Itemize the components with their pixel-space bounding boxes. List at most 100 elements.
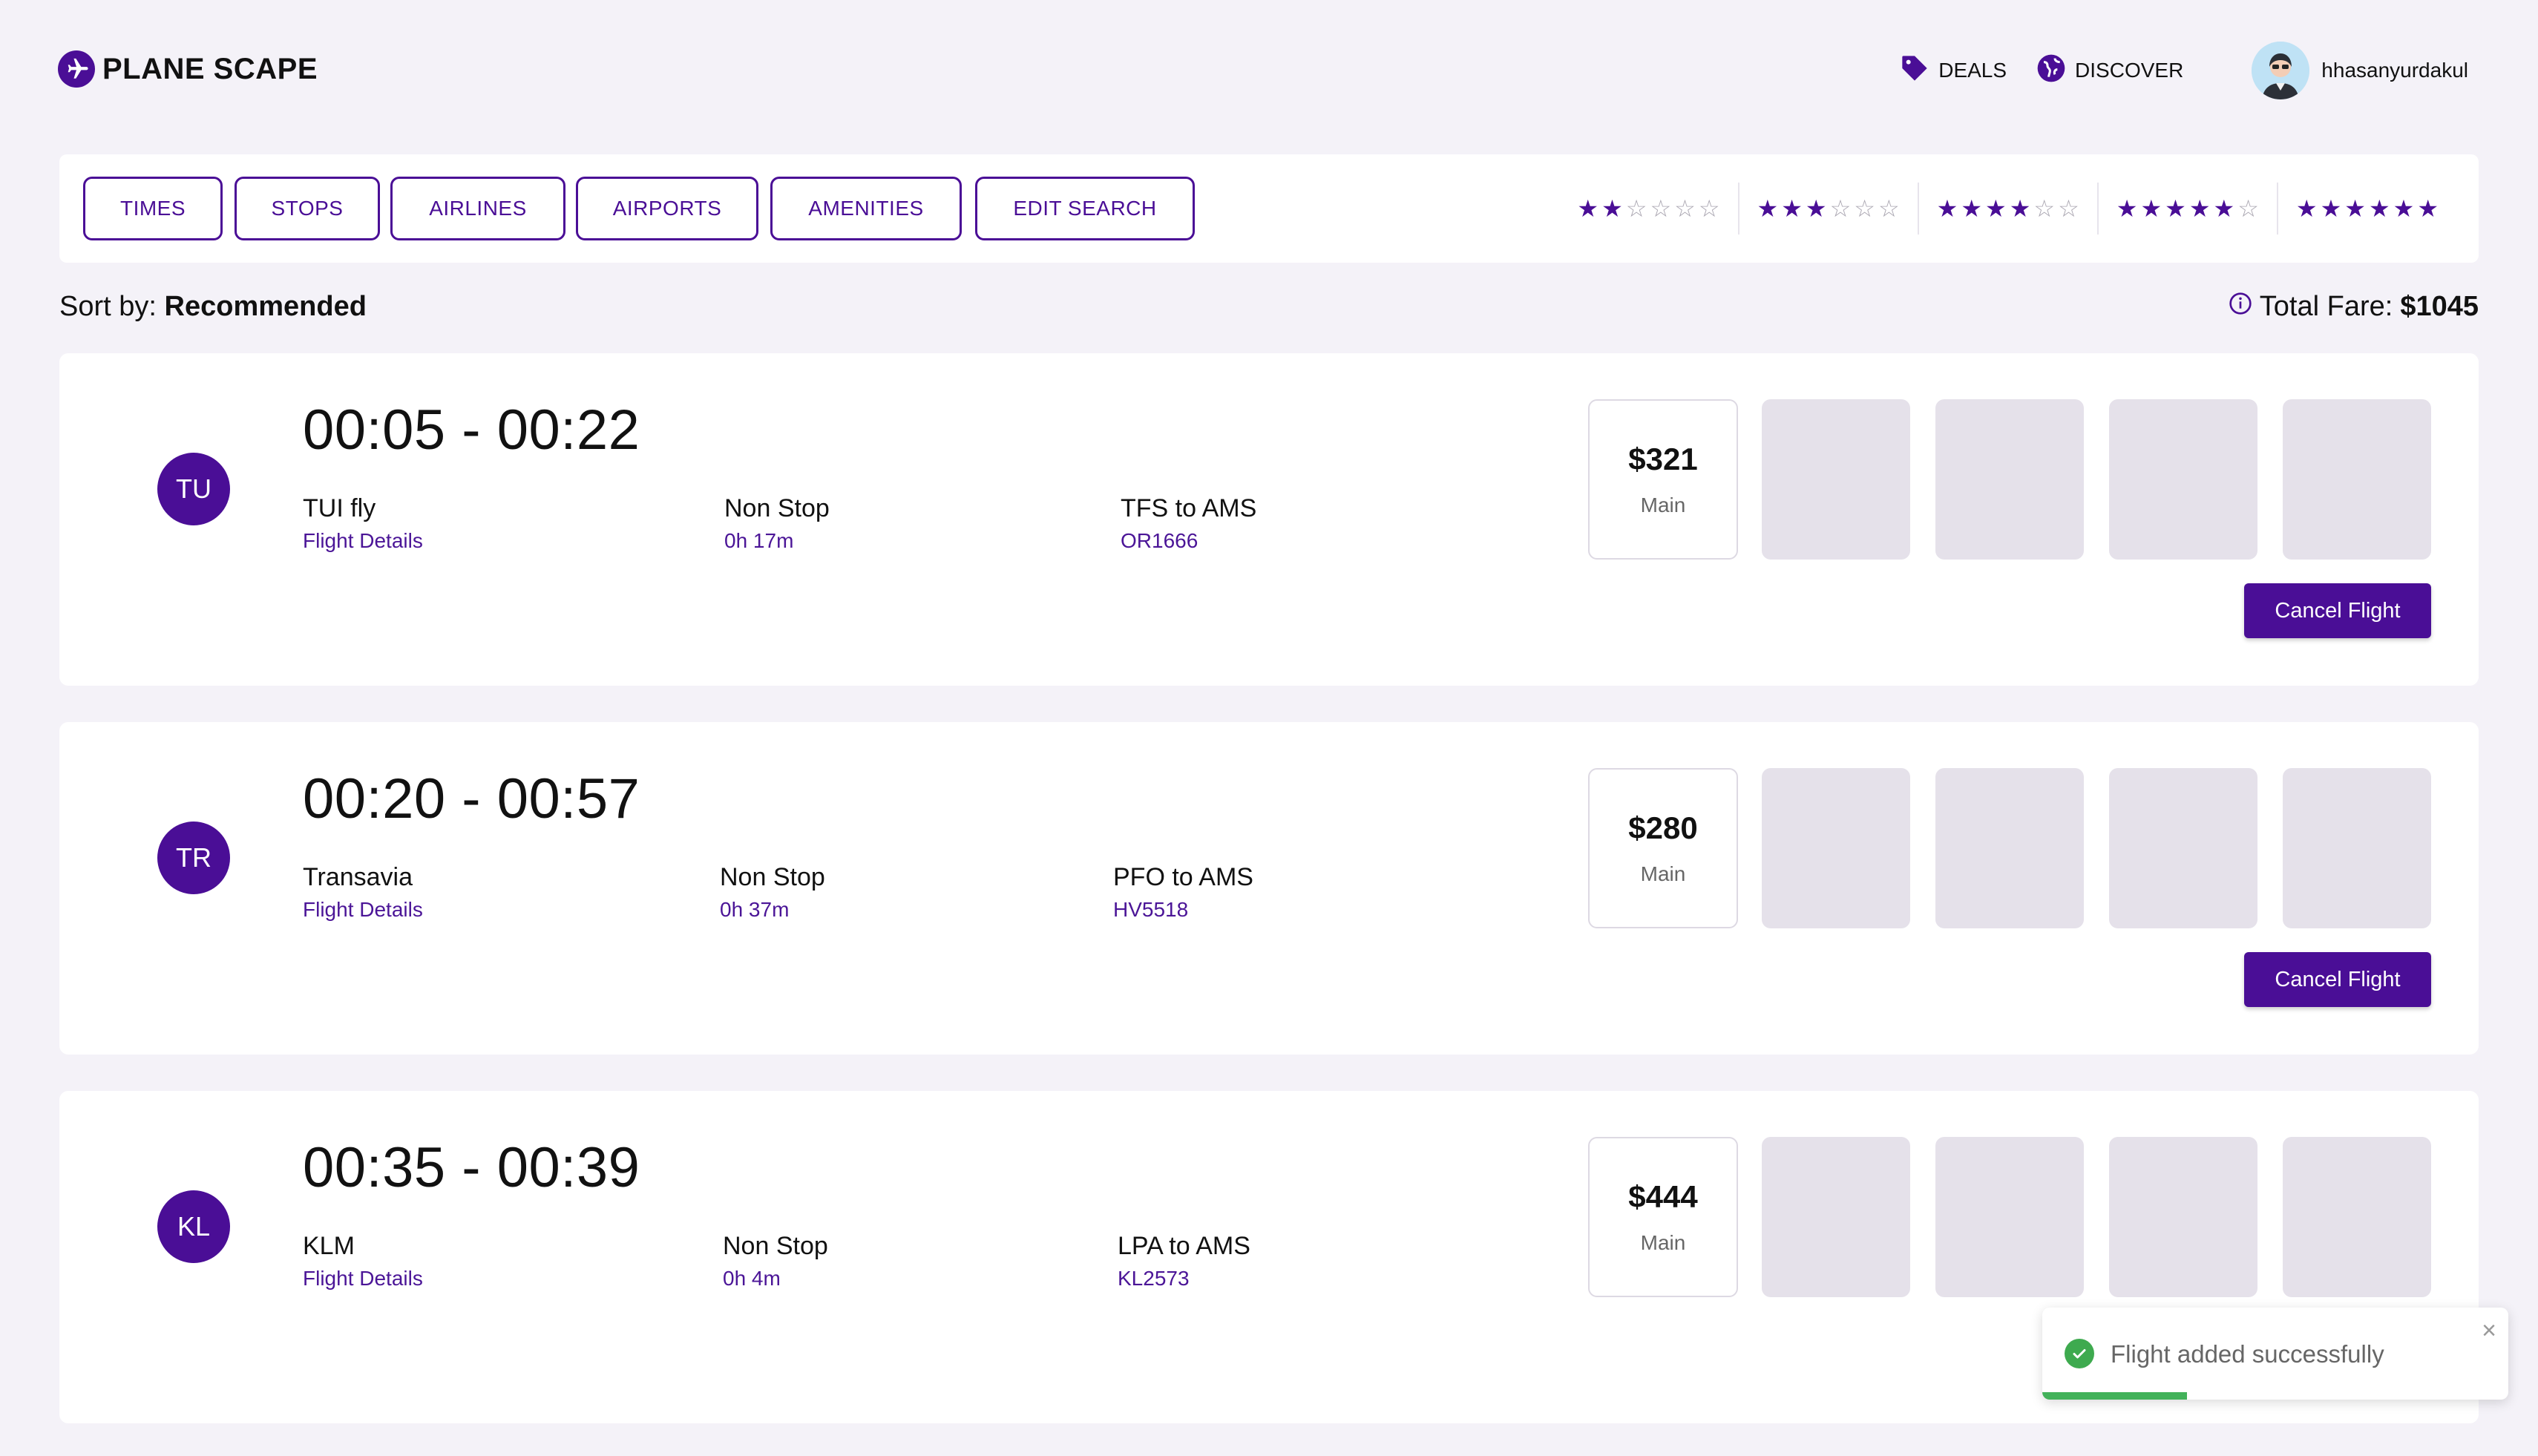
fare-option-placeholder (1935, 399, 2084, 560)
fare-option-placeholder (2109, 768, 2257, 928)
star-filter-6[interactable]: ★ ★ ★ ★ ★ ★ (2276, 183, 2456, 235)
star-filled-icon: ★ (2368, 195, 2390, 222)
star-filled-icon: ★ (1805, 195, 1827, 222)
star-empty-icon: ☆ (1674, 195, 1696, 222)
tag-icon (1900, 53, 1929, 88)
airline-avatar: TR (157, 822, 230, 894)
logo[interactable]: PLANE SCAPE (58, 50, 318, 88)
airline-name: KLM (303, 1232, 355, 1260)
total-fare-label: Total Fare: (2259, 291, 2393, 322)
check-circle-icon (2065, 1339, 2094, 1368)
star-empty-icon: ☆ (1829, 195, 1852, 222)
fare-option-placeholder (2283, 399, 2431, 560)
sort-value: Recommended (164, 291, 367, 322)
fare-option-placeholder (1762, 399, 1910, 560)
flight-duration: 0h 4m (723, 1267, 781, 1290)
flight-card: TU 00:05 - 00:22 TUI fly Flight Details … (59, 353, 2479, 686)
star-filter-2[interactable]: ★ ★ ☆ ☆ ☆ ☆ (1559, 183, 1737, 235)
fare-option-main[interactable]: $321 Main (1588, 399, 1738, 560)
top-nav: DEALS DISCOVER hhasanyurdakul (1900, 37, 2479, 104)
route-column: TFS to AMS OR1666 (1121, 494, 1256, 553)
top-header: PLANE SCAPE DEALS DISCOVER hhasanyurdaku… (58, 37, 2479, 104)
info-icon[interactable] (2229, 291, 2252, 323)
success-toast: Flight added successfully × (2042, 1308, 2508, 1400)
star-filled-icon: ★ (2009, 195, 2031, 222)
flight-number: OR1666 (1121, 529, 1198, 552)
filter-stops-button[interactable]: STOPS (235, 177, 380, 240)
star-empty-icon: ☆ (1650, 195, 1672, 222)
filter-airlines-button[interactable]: AIRLINES (390, 177, 565, 240)
fare-option-main[interactable]: $280 Main (1588, 768, 1738, 928)
star-filled-icon: ★ (2188, 195, 2211, 222)
username[interactable]: hhasanyurdakul (2321, 59, 2468, 82)
cancel-flight-button[interactable]: Cancel Flight (2244, 583, 2431, 638)
nav-deals-label: DEALS (1938, 59, 2007, 82)
filter-amenities-button[interactable]: AMENITIES (770, 177, 962, 240)
star-empty-icon: ☆ (1625, 195, 1647, 222)
star-filled-icon: ★ (2213, 195, 2235, 222)
airline-column: TUI fly Flight Details (303, 494, 423, 553)
stops-label: Non Stop (723, 1232, 828, 1260)
stops-column: Non Stop 0h 17m (724, 494, 830, 553)
fare-price: $321 (1628, 442, 1698, 476)
star-rating-filters: ★ ★ ☆ ☆ ☆ ☆ ★ ★ ★ ☆ ☆ ☆ ★ ★ ★ ★ ☆ ☆ ★ ★ ★ ★ ★ ☆ ★ ★ ★ ★ ★ ★ (1559, 183, 2456, 235)
fare-option-placeholder (2109, 399, 2257, 560)
nav-discover[interactable]: DISCOVER (2036, 53, 2183, 88)
flight-number: HV5518 (1113, 898, 1189, 921)
star-filled-icon: ★ (1936, 195, 1958, 222)
star-filled-icon: ★ (1601, 195, 1623, 222)
close-icon[interactable]: × (2482, 1318, 2496, 1343)
star-filter-4[interactable]: ★ ★ ★ ★ ☆ ☆ (1917, 183, 2097, 235)
fare-price: $280 (1628, 810, 1698, 845)
fare-option-placeholder (1935, 768, 2084, 928)
filter-airports-button[interactable]: AIRPORTS (576, 177, 758, 240)
filter-times-button[interactable]: TIMES (83, 177, 223, 240)
user-avatar[interactable] (2252, 42, 2310, 99)
star-empty-icon: ☆ (2058, 195, 2079, 222)
fare-class: Main (1640, 862, 1686, 885)
airline-name: Transavia (303, 863, 413, 891)
star-filled-icon: ★ (2295, 195, 2318, 222)
star-filter-5[interactable]: ★ ★ ★ ★ ★ ☆ (2096, 183, 2277, 235)
stops-column: Non Stop 0h 4m (723, 1232, 828, 1291)
route-label: TFS to AMS (1121, 494, 1257, 522)
total-fare-value: $1045 (2400, 291, 2479, 322)
toast-progress-bar (2042, 1392, 2187, 1400)
star-empty-icon: ☆ (2237, 195, 2259, 222)
stops-label: Non Stop (724, 494, 830, 522)
star-filled-icon: ★ (2140, 195, 2162, 222)
filter-bar: TIMES STOPS AIRLINES AIRPORTS AMENITIES … (59, 154, 2479, 263)
fare-option-placeholder (1762, 1137, 1910, 1297)
cancel-flight-button[interactable]: Cancel Flight (2244, 952, 2431, 1007)
sort-by[interactable]: Sort by: Recommended (59, 291, 367, 323)
star-empty-icon: ☆ (2033, 195, 2056, 222)
fare-option-main[interactable]: $444 Main (1588, 1137, 1738, 1297)
star-filter-3[interactable]: ★ ★ ★ ☆ ☆ ☆ (1737, 183, 1918, 235)
route-column: LPA to AMS KL2573 (1118, 1232, 1250, 1291)
edit-search-button[interactable]: EDIT SEARCH (975, 177, 1195, 240)
star-filled-icon: ★ (1961, 195, 1982, 222)
star-filled-icon: ★ (2320, 195, 2342, 222)
airline-column: Transavia Flight Details (303, 863, 423, 922)
route-label: LPA to AMS (1118, 1232, 1250, 1260)
total-fare: Total Fare: $1045 (2229, 291, 2479, 323)
star-empty-icon: ☆ (1854, 195, 1875, 222)
route-column: PFO to AMS HV5518 (1113, 863, 1253, 922)
star-empty-icon: ☆ (1878, 195, 1900, 222)
flight-times: 00:35 - 00:39 (303, 1136, 640, 1199)
flight-details-link[interactable]: Flight Details (303, 898, 423, 922)
fare-class: Main (1640, 493, 1686, 517)
star-filled-icon: ★ (2165, 195, 2186, 222)
flight-details-link[interactable]: Flight Details (303, 529, 423, 553)
flight-number: KL2573 (1118, 1267, 1190, 1290)
nav-deals[interactable]: DEALS (1900, 53, 2007, 88)
fare-option-placeholder (2283, 768, 2431, 928)
star-filled-icon: ★ (1577, 195, 1599, 222)
flight-details-link[interactable]: Flight Details (303, 1267, 423, 1291)
fare-option-placeholder (2283, 1137, 2431, 1297)
star-filled-icon: ★ (2344, 195, 2366, 222)
airline-name: TUI fly (303, 494, 376, 522)
flight-card: TR 00:20 - 00:57 Transavia Flight Detail… (59, 722, 2479, 1055)
toast-message: Flight added successfully (2111, 1340, 2384, 1368)
fare-option-placeholder (2109, 1137, 2257, 1297)
